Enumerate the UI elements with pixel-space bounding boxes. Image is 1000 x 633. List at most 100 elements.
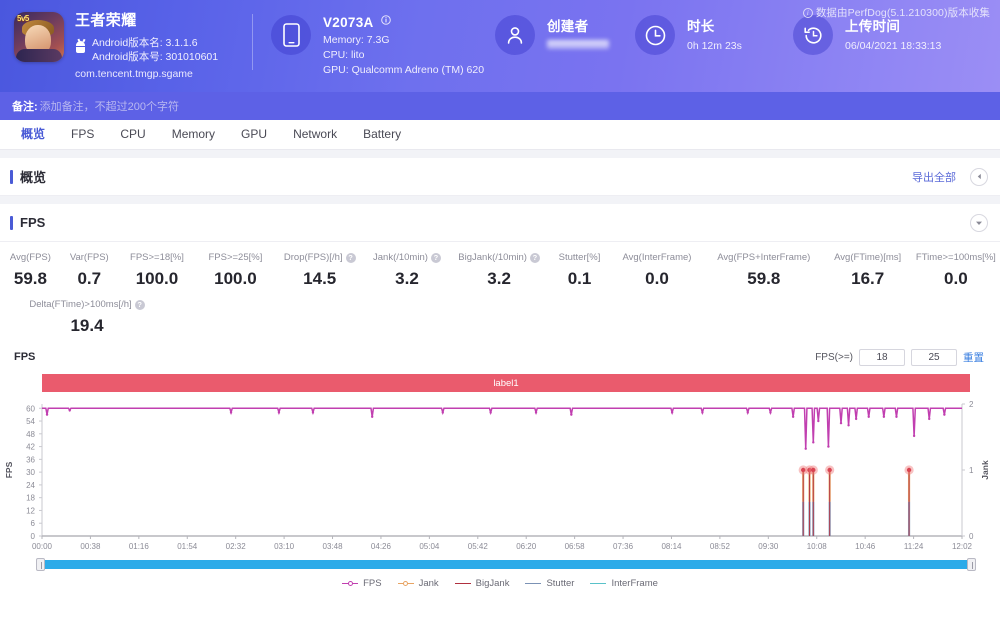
chart-range-handle-left[interactable] [36,558,45,571]
y-tick-label: 0 [31,532,36,541]
fps-threshold-high-input[interactable] [911,348,957,366]
metric-label-text: BigJank(/10min) [458,252,527,263]
x-tick-label: 02:32 [226,542,247,551]
duration-value: 0h 12m 23s [687,40,742,52]
metric-label: Avg(InterFrame) [622,252,691,263]
x-tick-label: 03:10 [274,542,295,551]
clock-icon [635,15,675,55]
fps-chart-toolbar: FPS FPS(>=) 重置 [0,346,1000,368]
metric-label-text: Jank(/10min) [373,252,428,263]
fps-panel-header: FPS [0,204,1000,242]
x-tick-label: 03:48 [323,542,344,551]
help-icon[interactable]: ? [529,252,540,263]
series-fps-point [882,415,886,418]
metric-label: Drop(FPS)[/h]? [284,252,356,263]
metric-r1-1: Var(FPS) 0.7 [61,252,118,289]
metric-value: 0.7 [77,269,102,288]
y-tick-label: 6 [31,519,36,528]
app-art-shoulder [16,49,62,62]
legend-label: BigJank [475,577,510,589]
help-icon[interactable]: ? [430,252,441,263]
x-tick-label: 10:46 [855,542,876,551]
metric-label: BigJank(/10min)? [458,252,540,263]
series-fps-point [847,424,850,427]
metric-value: 59.8 [13,269,47,288]
phone-icon [271,15,311,55]
fps-collapse-button[interactable] [970,213,988,232]
metric-label-text: Delta(FTime)>100ms[/h] [29,299,132,310]
section-gap-1 [0,150,1000,158]
tab-battery[interactable]: Battery [350,120,414,149]
app-package-name: com.tencent.tmgp.sgame [75,68,193,81]
y-tick-label: 54 [26,417,35,426]
metric-label: FTime>=100ms[%] [916,252,996,263]
section-gap-2 [0,196,1000,204]
metric-label-text: FPS>=18[%] [130,252,184,263]
x-tick-label: 04:26 [371,542,392,551]
metric-r1-2: FPS>=18[%] 100.0 [118,252,196,289]
series-fps-point [854,417,858,421]
overview-collapse-button[interactable] [970,167,988,186]
x-tick-label: 12:02 [952,542,973,551]
metric-r1-4: Drop(FPS)[/h]? 14.5 [275,252,365,289]
remark-input[interactable]: 添加备注，不超过200个字符 [40,98,179,114]
chart-range-slider[interactable] [36,558,976,571]
legend-item-bigjank[interactable]: BigJank [454,577,510,589]
reset-button[interactable]: 重置 [963,350,984,365]
app-version-rows: Android版本名: 3.1.1.6 Android版本号: 30101060… [75,36,218,65]
app-header: i 数据由PerfDog(5.1.210300)版本收集 5v5 王者荣耀 An… [0,0,1000,92]
x-tick-label: 10:08 [807,542,828,551]
fps-chart-container: FPS FPS(>=) 重置 label1 061218243036424854… [0,340,1000,592]
x-tick-label: 07:36 [613,542,634,551]
tab-cpu[interactable]: CPU [107,120,158,149]
metric-value: 16.7 [851,269,885,288]
creator-name-redacted [547,40,609,49]
metric-label: FPS>=18[%] [130,252,184,263]
metric-r1-5: Jank(/10min)? 3.2 [365,252,449,289]
legend-item-jank[interactable]: Jank [397,578,439,589]
y-axis-title: FPS [4,461,14,478]
series-fps-point [791,415,795,418]
fps-accent-bar [10,215,13,230]
metric-value: 0.0 [944,269,968,288]
legend-item-stutter[interactable]: Stutter [525,578,574,589]
series-fps-point [277,411,281,414]
legend-label: FPS [363,577,382,589]
scene-tag-bar[interactable]: label1 [42,374,970,392]
tab-network[interactable]: Network [280,120,350,149]
metric-label-text: Avg(FPS+InterFrame) [717,252,811,263]
tab-gpu[interactable]: GPU [228,120,280,149]
fps-plot[interactable]: 0 6 12 18 24 30 36 42 48 54 60 0 1 2 FPS Jank 00:00 00:38… [0,396,1000,556]
overview-panel: 概览 导出全部 [0,158,1000,196]
help-icon[interactable]: ? [134,299,145,310]
device-specs: Memory: 7.3G CPU: lito GPU: Qualcomm Adr… [323,33,484,79]
chart-range-handle-right[interactable] [967,558,976,571]
metric-label-text: Stutter[%] [558,252,601,263]
metric-label-text: FTime>=100ms[%] [915,252,996,263]
perfdog-version-note: i 数据由PerfDog(5.1.210300)版本收集 [802,5,990,20]
legend-item-interframe[interactable]: InterFrame [590,577,658,589]
section-accent-bar [10,169,13,184]
device-info-icon[interactable] [381,15,391,25]
fps-threshold-low-input[interactable] [859,348,905,366]
x-tick-label: 01:16 [129,542,150,551]
metric-r1-10: Avg(FTime)[ms] 16.7 [824,252,912,289]
tab-overview[interactable]: 概览 [8,120,58,149]
chart-range-track[interactable] [40,560,972,569]
series-bigjank-point [811,467,816,473]
legend-item-fps[interactable]: FPS [342,577,382,589]
y-tick-label: 24 [26,481,35,490]
duration-title: 时长 [687,19,715,34]
x-tick-label: 05:42 [468,542,489,551]
legend-marker [454,579,471,587]
tab-fps[interactable]: FPS [58,120,107,149]
help-icon[interactable]: ? [345,252,356,263]
remark-row[interactable]: 备注: 添加备注，不超过200个字符 [0,92,1000,120]
fps-plot-svg: 06121824303642485460012FPS Jank00:00 00:38… [4,400,990,551]
export-all-button[interactable]: 导出全部 [912,169,956,185]
tab-memory[interactable]: Memory [159,120,228,149]
metric-label-text: Drop(FPS)[/h] [283,252,343,263]
legend-label: InterFrame [611,577,658,589]
metric-label-text: FPS>=25[%] [208,252,263,263]
app-version-texts: Android版本名: 3.1.1.6 Android版本号: 30101060… [92,36,218,65]
